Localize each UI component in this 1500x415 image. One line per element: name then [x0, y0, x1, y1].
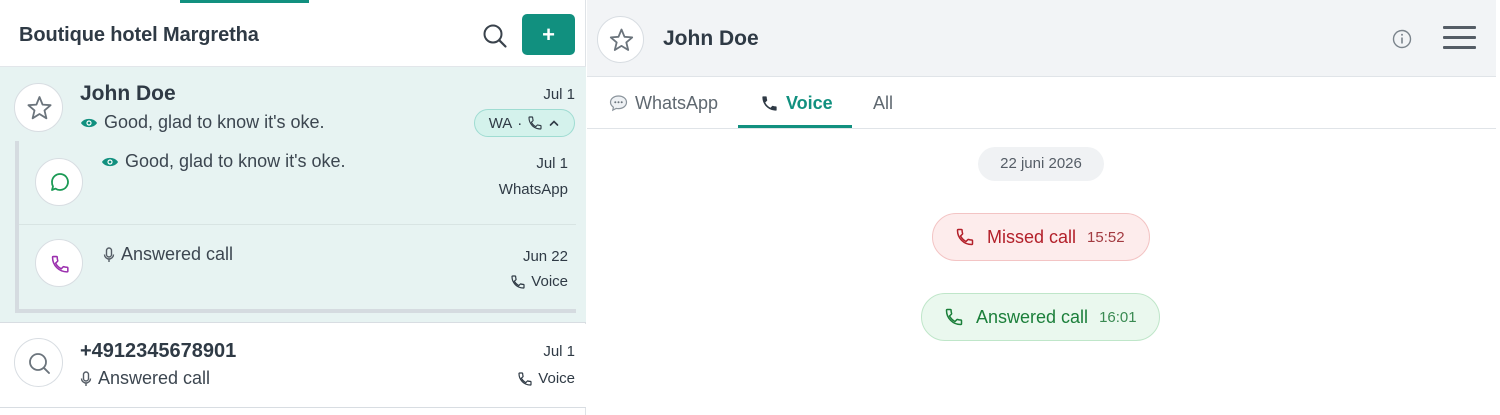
- tab-whatsapp-label: WhatsApp: [635, 92, 719, 113]
- whatsapp-channel-avatar: [35, 158, 83, 206]
- tab-voice-label: Voice: [786, 92, 833, 113]
- conversation-item-phone-number[interactable]: +4912345678901 Jul 1 Answered call Voice: [0, 324, 586, 408]
- channel-item-channel-label: Voice: [531, 273, 568, 290]
- conversation-avatar: [14, 338, 63, 387]
- contact-favorite-button[interactable]: [597, 16, 644, 63]
- favorite-star-button[interactable]: [14, 83, 63, 132]
- conversation-list-panel: Boutique hotel Margretha + John Doe Jul …: [0, 0, 586, 415]
- tab-all-label: All: [873, 92, 894, 113]
- conversation-name: John Doe: [80, 82, 176, 105]
- conversation-date: Jul 1: [543, 343, 575, 360]
- phone-icon: [945, 308, 963, 326]
- channel-item-channel: WhatsApp: [499, 181, 568, 198]
- channel-item-message-text: Answered call: [121, 244, 234, 264]
- microphone-icon: [103, 246, 115, 262]
- new-conversation-button[interactable]: +: [522, 14, 575, 55]
- eye-icon: [81, 118, 97, 127]
- contact-info-button[interactable]: [1392, 29, 1412, 49]
- last-message-text: Answered call: [98, 368, 211, 388]
- eye-icon: [102, 157, 118, 166]
- channel-item-message-text: Good, glad to know it's oke.: [125, 151, 346, 171]
- tab-all[interactable]: All: [873, 78, 893, 128]
- phone-icon: [956, 228, 974, 246]
- chat-bubble-icon: [51, 173, 69, 191]
- info-icon: [1392, 29, 1412, 49]
- phone-icon: [518, 371, 532, 386]
- conversation-last-message: Answered call: [80, 368, 210, 389]
- microphone-icon: [80, 370, 92, 386]
- chat-header: John Doe: [587, 0, 1496, 77]
- chat-panel: John Doe WhatsApp Voice All 22 juni 2026…: [587, 0, 1500, 415]
- channel-item-message: Answered call: [103, 244, 233, 265]
- channel-tabs: WhatsApp Voice All: [587, 78, 1496, 129]
- menu-bar: [1443, 26, 1476, 29]
- channel-item-channel: Voice: [510, 273, 568, 290]
- call-label: Answered call: [976, 306, 1089, 327]
- channel-item-date: Jul 1: [536, 155, 568, 172]
- star-icon: [27, 96, 52, 120]
- voice-channel-avatar: [35, 239, 83, 287]
- date-separator: 22 juni 2026: [978, 147, 1104, 181]
- speech-bubble-icon: [609, 95, 628, 112]
- phone-icon: [762, 95, 777, 111]
- call-time: 15:52: [1087, 228, 1125, 246]
- channel-item-date: Jun 22: [522, 248, 568, 265]
- phone-icon: [528, 116, 542, 130]
- hamburger-menu-button[interactable]: [1443, 26, 1476, 52]
- conversation-last-message: Good, glad to know it's oke.: [80, 112, 325, 133]
- conversation-item-john-doe[interactable]: John Doe Jul 1 Good, glad to know it's o…: [0, 67, 586, 323]
- phone-icon: [511, 274, 525, 289]
- call-time: 16:01: [1099, 308, 1137, 326]
- active-tab-indicator: [738, 125, 852, 128]
- channel-item-channel-label: WhatsApp: [498, 181, 568, 198]
- channel-item-voice[interactable]: Answered call Jun 22 Voice: [19, 225, 576, 309]
- channel-toggle-pill[interactable]: WA ·: [474, 109, 575, 137]
- conversation-list-header: Boutique hotel Margretha +: [0, 3, 586, 67]
- search-icon: [29, 353, 50, 374]
- star-icon: [609, 28, 634, 51]
- conversation-date: Jul 1: [543, 86, 575, 103]
- inbox-title: Boutique hotel Margretha: [19, 24, 259, 46]
- phone-icon: [51, 255, 69, 273]
- channel-pill-separator: ·: [517, 114, 523, 132]
- answered-call-bubble[interactable]: Answered call 16:01: [921, 293, 1160, 341]
- call-label: Missed call: [987, 226, 1077, 247]
- search-button[interactable]: [481, 22, 509, 50]
- channel-item-whatsapp[interactable]: Good, glad to know it's oke. Jul 1 Whats…: [19, 141, 576, 225]
- conversation-channel: Voice: [517, 370, 575, 387]
- app-window: Boutique hotel Margretha + John Doe Jul …: [0, 0, 1500, 415]
- chevron-up-icon: [549, 120, 559, 126]
- channel-item-message: Good, glad to know it's oke.: [101, 151, 346, 172]
- channel-pill-label: WA: [488, 114, 513, 132]
- contact-name: John Doe: [663, 27, 759, 50]
- missed-call-bubble[interactable]: Missed call 15:52: [932, 213, 1150, 261]
- conversation-channel-list: Good, glad to know it's oke. Jul 1 Whats…: [15, 141, 576, 313]
- conversation-channel-label: Voice: [538, 370, 575, 387]
- menu-bar: [1443, 46, 1476, 49]
- tab-voice[interactable]: Voice: [760, 78, 833, 128]
- tab-whatsapp[interactable]: WhatsApp: [609, 78, 718, 128]
- conversation-name: +4912345678901: [80, 340, 237, 362]
- menu-bar: [1443, 36, 1476, 39]
- search-icon: [483, 24, 507, 48]
- last-message-text: Good, glad to know it's oke.: [104, 112, 325, 132]
